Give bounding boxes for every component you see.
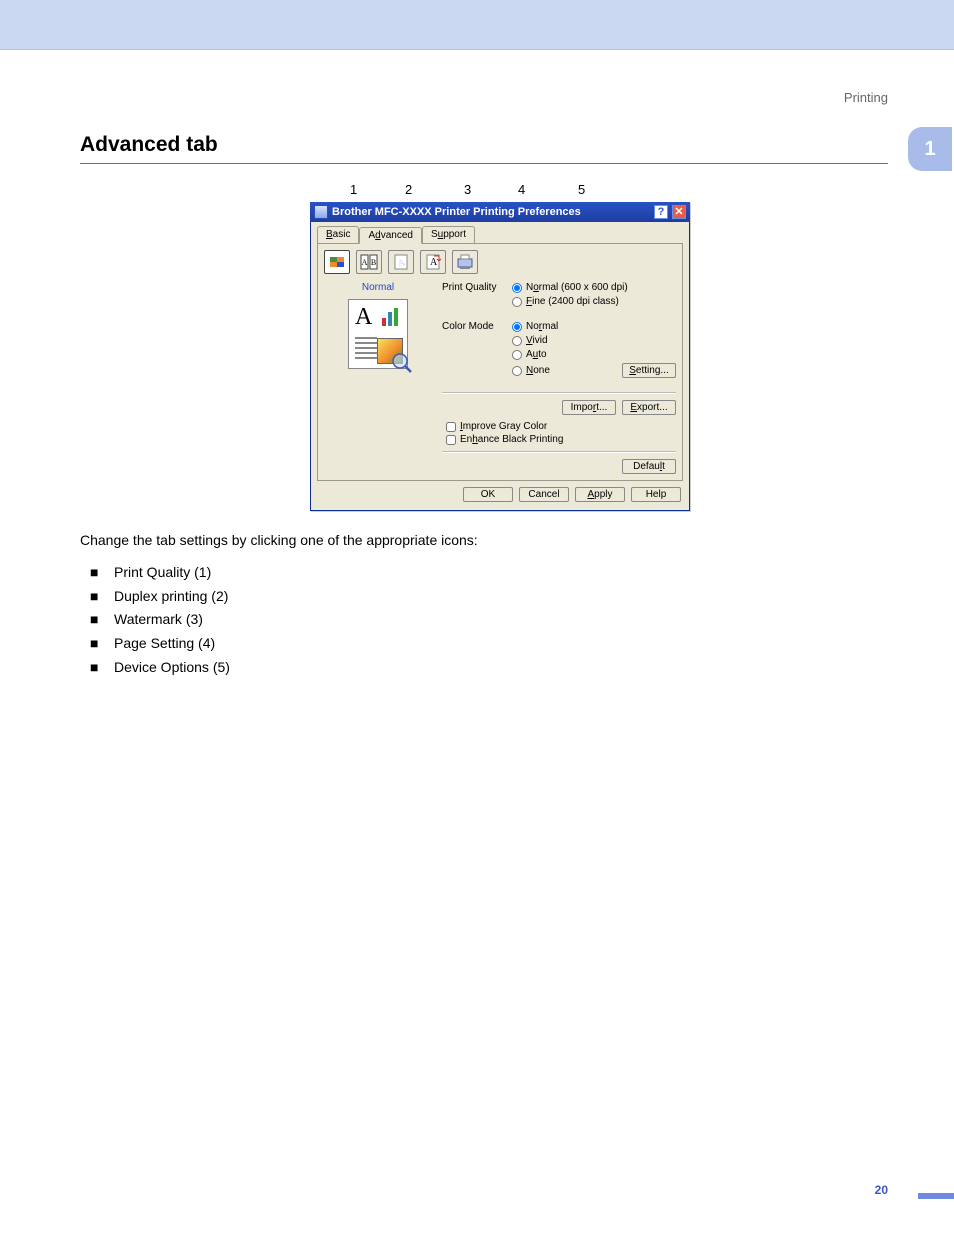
radio-cm-normal[interactable]: Normal [512,321,676,332]
device-options-icon[interactable] [452,250,478,274]
callout-3: 3 [464,182,471,197]
footer-color-tab [918,1193,954,1199]
apply-button[interactable]: Apply [575,487,625,502]
callout-4: 4 [518,182,525,197]
top-band [0,0,954,50]
section-title: Advanced tab 1 [80,133,888,164]
default-button[interactable]: Default [622,459,676,474]
callout-5: 5 [578,182,585,197]
callout-1: 1 [350,182,357,197]
radio-fine-2400[interactable]: Fine (2400 dpi class) [512,296,628,307]
checkbox-improve-gray[interactable]: Improve Gray Color [446,421,676,432]
tab-support[interactable]: Support [422,226,475,243]
help-button[interactable]: Help [631,487,681,502]
svg-text:B: B [371,258,376,267]
help-icon[interactable]: ? [654,205,668,219]
titlebar: Brother MFC-XXXX Printer Printing Prefer… [310,202,690,222]
export-button[interactable]: Export... [622,400,676,415]
list-item: Watermark (3) [90,608,888,632]
section-title-text: Advanced tab [80,133,218,156]
preview-text-lines [355,337,377,362]
callout-2: 2 [405,182,412,197]
radio-cm-vivid[interactable]: Vivid [512,335,676,346]
preview-thumbnail: A [348,299,408,369]
icon-bar: AB A A [324,250,676,274]
magnifier-icon [391,352,413,374]
print-quality-icon[interactable] [324,250,350,274]
list-item: Page Setting (4) [90,632,888,656]
page-setting-icon[interactable]: A [420,250,446,274]
checkbox-enhance-black[interactable]: Enhance Black Printing [446,434,676,445]
tab-advanced[interactable]: Advanced [359,227,421,244]
chapter-badge: 1 [908,127,952,171]
list-item: Device Options (5) [90,656,888,680]
svg-text:A: A [430,257,438,268]
callout-row: 1 2 3 4 5 [270,182,888,202]
preview-letter: A [355,304,372,331]
setting-button[interactable]: Setting... [622,363,676,378]
radio-cm-auto[interactable]: Auto [512,349,676,360]
watermark-icon[interactable]: A [388,250,414,274]
radio-normal-600[interactable]: Normal (600 x 600 dpi) [512,282,628,293]
color-mode-label: Color Mode [442,321,512,332]
preview-mode-label: Normal [362,282,394,293]
dialog-title: Brother MFC-XXXX Printer Printing Prefer… [332,206,650,218]
cancel-button[interactable]: Cancel [519,487,569,502]
radio-cm-none[interactable]: None [512,365,616,376]
tab-basic[interactable]: Basic [317,226,359,243]
separator [442,392,676,394]
ok-button[interactable]: OK [463,487,513,502]
duplex-icon[interactable]: AB [356,250,382,274]
dialog-window: Brother MFC-XXXX Printer Printing Prefer… [310,202,690,511]
svg-text:A: A [362,258,368,267]
close-icon[interactable]: ✕ [672,205,686,219]
page-number: 20 [875,1183,888,1197]
tab-basic-rest: asic [333,229,351,240]
separator [442,451,676,453]
intro-text: Change the tab settings by clicking one … [80,529,888,553]
preview-chart-icon [381,304,403,328]
list-item: Print Quality (1) [90,561,888,585]
print-quality-label: Print Quality [442,282,512,293]
list-item: Duplex printing (2) [90,585,888,609]
header-category: Printing [80,90,888,105]
printer-icon [314,205,328,219]
import-button[interactable]: Import... [562,400,616,415]
